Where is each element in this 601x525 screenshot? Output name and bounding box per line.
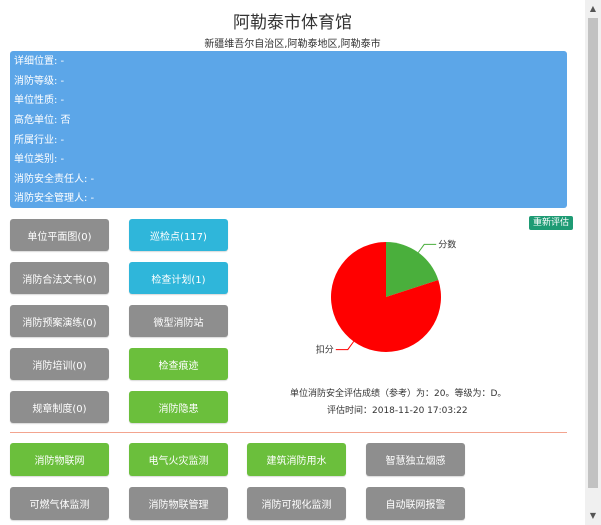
info-high-risk: 高危单位: 否 xyxy=(14,115,71,126)
reevaluate-button[interactable]: 重新评估 xyxy=(529,216,574,230)
gas-monitor-button[interactable]: 可燃气体监测 xyxy=(10,487,109,520)
evaluation-time: 评估时间：2018-11-20 17:03:22 xyxy=(327,406,468,416)
rules-button[interactable]: 规章制度(0) xyxy=(10,391,109,423)
visual-monitor-button[interactable]: 消防可视化监测 xyxy=(247,487,346,520)
inspection-trace-button[interactable]: 检查痕迹 xyxy=(129,348,228,380)
inspection-plan-button[interactable]: 检查计划(1) xyxy=(129,262,228,294)
electrical-fire-button[interactable]: 电气火灾监测 xyxy=(129,443,228,476)
page-title: 阿勒泰市体育馆 xyxy=(233,13,352,33)
section-divider xyxy=(10,432,567,433)
info-industry: 所属行业: - xyxy=(14,135,65,146)
info-responsible-person: 消防安全责任人: - xyxy=(14,174,95,185)
floor-plan-button[interactable]: 单位平面图(0) xyxy=(10,219,109,251)
vertical-scrollbar[interactable]: ▲ ▼ xyxy=(585,0,601,525)
pie-leader-line xyxy=(335,341,355,351)
pie-leader-line xyxy=(417,243,437,253)
info-location: 详细位置: - xyxy=(14,56,65,67)
fire-iot-button[interactable]: 消防物联网 xyxy=(10,443,109,476)
auto-alarm-button[interactable]: 自动联网报警 xyxy=(366,487,465,520)
evaluation-summary: 单位消防安全评估成绩（参考）为：20。等级为：D。 xyxy=(290,389,507,399)
training-button[interactable]: 消防培训(0) xyxy=(10,348,109,380)
pie-label-deduction: 扣分 xyxy=(316,344,334,356)
iot-management-button[interactable]: 消防物联管理 xyxy=(129,487,228,520)
page-viewport: 阿勒泰市体育馆 新疆维吾尔自治区,阿勒泰地区,阿勒泰市 详细位置: - 消防等级… xyxy=(0,0,585,525)
smoke-sensor-button[interactable]: 智慧独立烟感 xyxy=(366,443,465,476)
scroll-down-arrow-icon[interactable]: ▼ xyxy=(585,509,601,523)
scroll-up-arrow-icon[interactable]: ▲ xyxy=(585,2,601,16)
legal-docs-button[interactable]: 消防合法文书(0) xyxy=(10,262,109,294)
info-fire-level: 消防等级: - xyxy=(14,76,65,87)
hazards-button[interactable]: 消防隐患 xyxy=(129,391,228,423)
info-manager: 消防安全管理人: - xyxy=(14,193,95,204)
mini-station-button[interactable]: 微型消防站 xyxy=(129,305,228,337)
unit-info-panel: 详细位置: - 消防等级: - 单位性质: - 高危单位: 否 所属行业: - … xyxy=(10,51,567,208)
pie-label-score: 分数 xyxy=(438,238,456,250)
info-category: 单位类别: - xyxy=(14,154,65,165)
patrol-points-button[interactable]: 巡检点(117) xyxy=(129,219,228,251)
drill-button[interactable]: 消防预案演练(0) xyxy=(10,305,109,337)
scrollbar-thumb[interactable] xyxy=(588,18,598,488)
water-monitor-button[interactable]: 建筑消防用水 xyxy=(247,443,346,476)
info-unit-nature: 单位性质: - xyxy=(14,95,65,106)
score-pie-chart: 分数扣分 xyxy=(316,238,456,356)
page-address: 新疆维吾尔自治区,阿勒泰地区,阿勒泰市 xyxy=(204,39,381,50)
